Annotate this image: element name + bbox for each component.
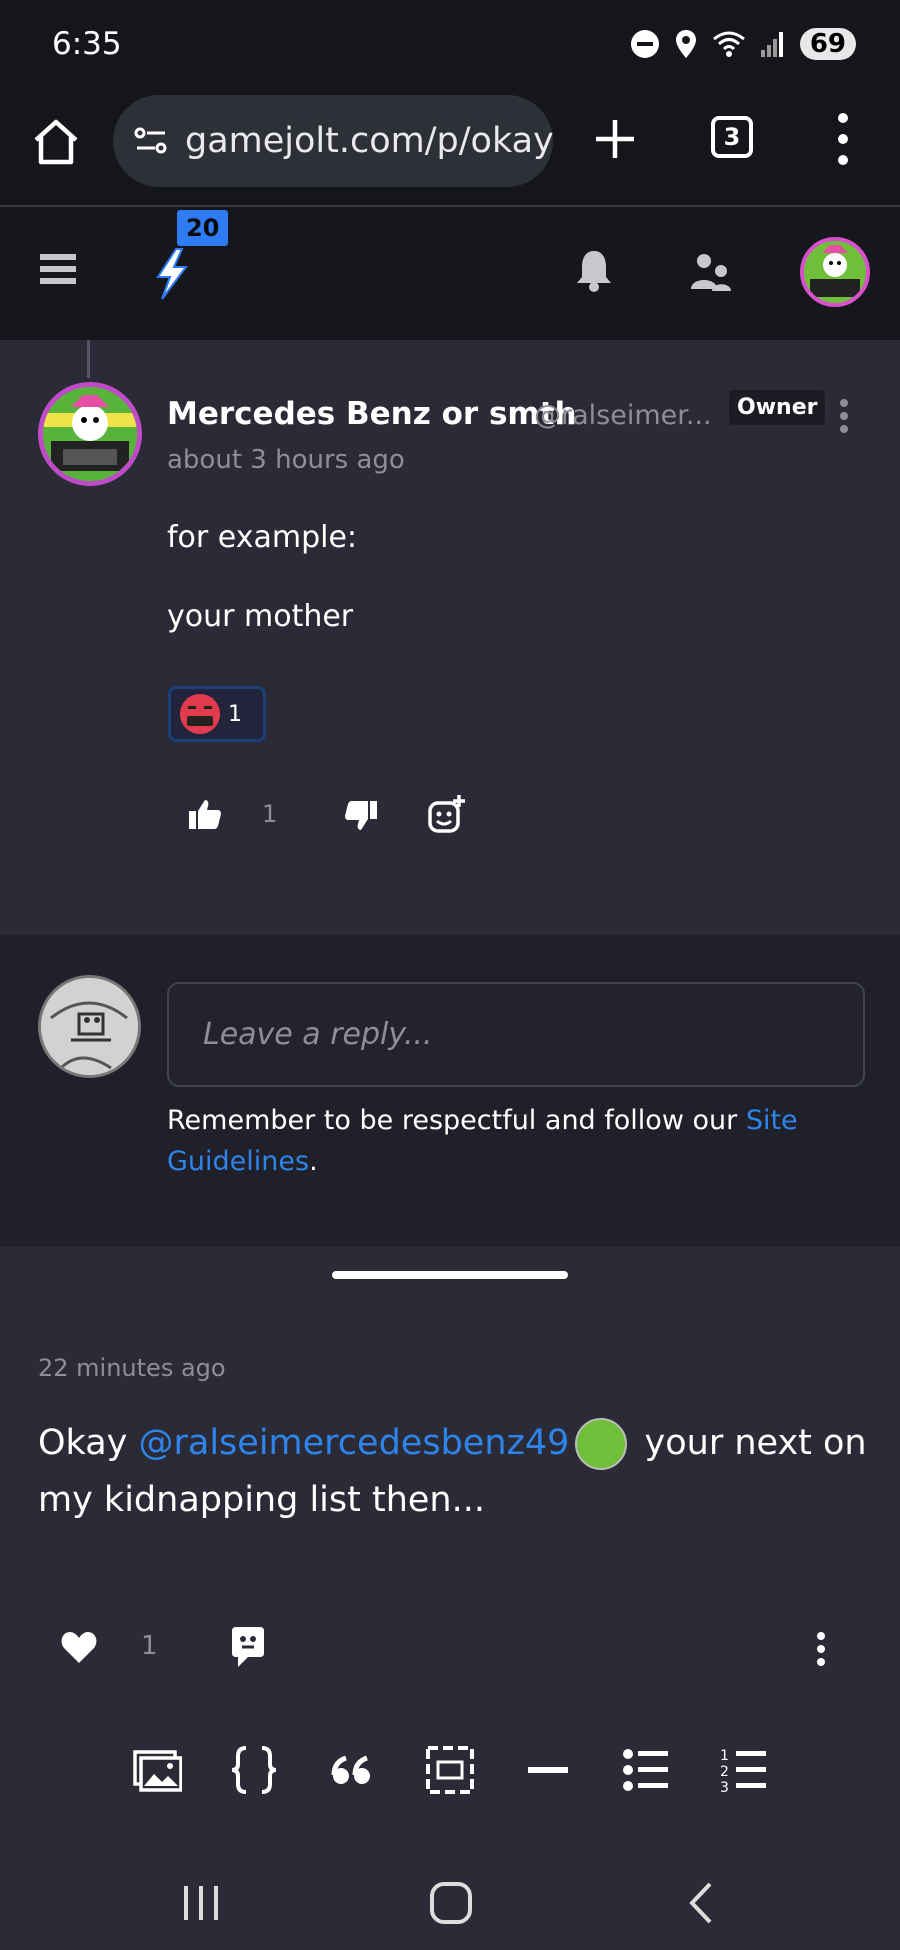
browser-toolbar: gamejolt.com/p/okay 3 xyxy=(0,92,900,207)
post-text: Okay @ralseimercedesbenz49 your next on … xyxy=(38,1415,868,1529)
status-bar: 6:35 69 xyxy=(0,0,900,92)
reply-section: Remember to be respectful and follow our… xyxy=(0,935,900,1247)
bell-icon[interactable] xyxy=(574,247,614,293)
home-nav-icon[interactable] xyxy=(428,1880,474,1926)
guidelines-text: Remember to be respectful and follow our xyxy=(167,1105,746,1136)
notification-count-badge: 20 xyxy=(177,210,229,246)
comment-author-avatar[interactable] xyxy=(38,382,142,486)
divider-icon[interactable] xyxy=(522,1744,574,1796)
thumbs-down-icon[interactable] xyxy=(344,800,378,832)
comment-options-icon[interactable] xyxy=(838,398,850,434)
guidelines-notice: Remember to be respectful and follow our… xyxy=(167,1100,807,1182)
quote-icon[interactable] xyxy=(326,1744,378,1796)
status-icons: 69 xyxy=(630,28,856,60)
browser-menu-icon[interactable] xyxy=(836,112,850,166)
back-icon[interactable] xyxy=(680,1880,726,1926)
comment-author-handle[interactable]: @ralseimer... xyxy=(534,400,712,431)
reaction-count: 1 xyxy=(228,701,242,727)
signal-icon xyxy=(760,32,783,57)
address-bar[interactable]: gamejolt.com/p/okay xyxy=(113,95,553,187)
recent-apps-icon[interactable] xyxy=(178,1880,224,1926)
comment-icon[interactable] xyxy=(228,1625,268,1669)
thumbs-up-icon[interactable] xyxy=(188,798,222,830)
guidelines-suffix: . xyxy=(309,1146,318,1177)
editor-toolbar: 123 xyxy=(124,1744,784,1804)
comment-author-name[interactable]: Mercedes Benz or smth xyxy=(167,396,577,432)
heart-icon[interactable] xyxy=(60,1630,98,1664)
bullet-list-icon[interactable] xyxy=(620,1744,672,1796)
code-icon[interactable] xyxy=(228,1744,280,1796)
site-header: 20 xyxy=(0,207,900,340)
comment-text-line-1: for example: xyxy=(167,520,358,555)
numbered-list-icon[interactable]: 123 xyxy=(718,1744,770,1796)
mention-avatar xyxy=(575,1418,628,1470)
post-options-icon[interactable] xyxy=(815,1631,827,1667)
post-timestamp[interactable]: 22 minutes ago xyxy=(38,1354,226,1382)
angry-emoji-icon xyxy=(180,694,220,734)
current-user-avatar xyxy=(38,975,141,1078)
post-sheet: 22 minutes ago Okay @ralseimercedesbenz4… xyxy=(0,1247,900,1860)
spoiler-icon[interactable] xyxy=(424,1744,476,1796)
wifi-icon xyxy=(712,31,745,57)
user-avatar[interactable] xyxy=(800,237,870,307)
battery-indicator: 69 xyxy=(799,28,856,60)
comment-timestamp[interactable]: about 3 hours ago xyxy=(167,445,405,475)
comment-card: Mercedes Benz or smth @ralseimer... Owne… xyxy=(0,340,900,935)
post-text-prefix: Okay xyxy=(38,1423,139,1463)
svg-text:1: 1 xyxy=(720,1748,729,1764)
do-not-disturb-icon xyxy=(630,30,659,58)
new-tab-icon[interactable] xyxy=(590,114,640,164)
android-nav-bar xyxy=(0,1860,900,1950)
mention-link[interactable]: @ralseimercedesbenz49 xyxy=(139,1423,570,1463)
comment-text-line-2: your mother xyxy=(167,599,354,634)
location-icon xyxy=(675,30,696,58)
owner-tag: Owner xyxy=(729,390,826,425)
svg-text:2: 2 xyxy=(720,1764,729,1780)
svg-text:3: 3 xyxy=(720,1780,729,1796)
thread-line xyxy=(87,340,90,378)
post-like-count: 1 xyxy=(141,1631,158,1661)
activity-bolt-icon[interactable] xyxy=(148,247,194,301)
add-reaction-icon[interactable] xyxy=(428,795,466,833)
home-icon[interactable] xyxy=(30,116,82,168)
friend-requests-icon[interactable] xyxy=(688,251,732,293)
like-count: 1 xyxy=(262,800,278,828)
site-settings-icon[interactable] xyxy=(131,121,171,161)
reaction-chip[interactable]: 1 xyxy=(168,686,266,742)
tab-switcher-button[interactable]: 3 xyxy=(711,116,753,158)
reply-input[interactable] xyxy=(167,982,865,1087)
status-time: 6:35 xyxy=(52,26,122,62)
image-icon[interactable] xyxy=(130,1744,182,1796)
screen: 6:35 69 gamejolt.com/p/okay 3 20 Mercede… xyxy=(0,0,900,1950)
menu-icon[interactable] xyxy=(40,253,76,285)
url-text: gamejolt.com/p/okay xyxy=(185,121,553,161)
sheet-drag-handle[interactable] xyxy=(332,1271,568,1279)
